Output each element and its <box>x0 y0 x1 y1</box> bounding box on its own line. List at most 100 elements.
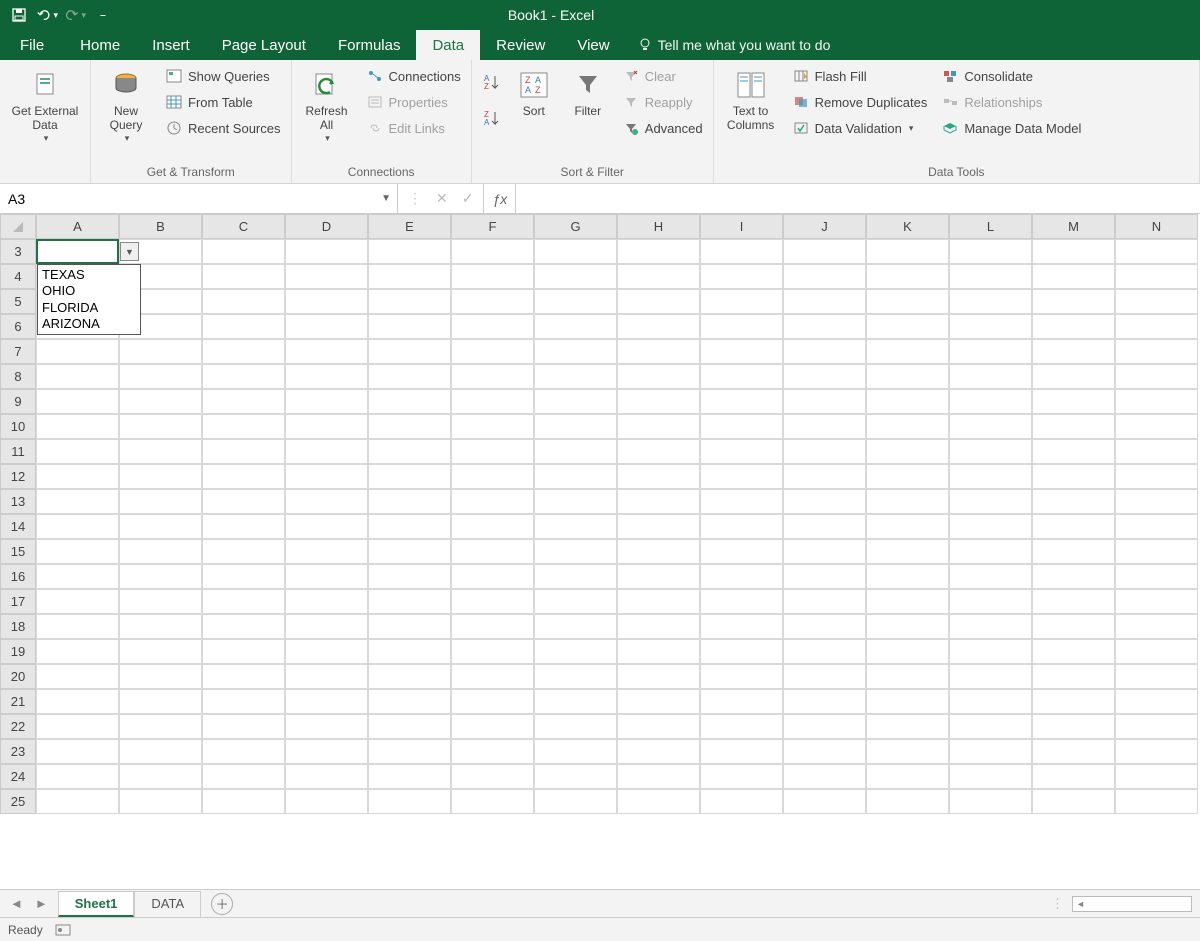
column-header[interactable]: H <box>617 214 700 239</box>
cell[interactable] <box>368 414 451 439</box>
cell[interactable] <box>368 364 451 389</box>
cell[interactable] <box>783 289 866 314</box>
cell[interactable] <box>1032 764 1115 789</box>
cell[interactable] <box>1032 789 1115 814</box>
sort-button[interactable]: ZAAZ Sort <box>510 64 558 118</box>
cell[interactable] <box>1032 589 1115 614</box>
row-header[interactable]: 12 <box>0 464 36 489</box>
cell[interactable] <box>783 239 866 264</box>
cell[interactable] <box>36 339 119 364</box>
cell[interactable] <box>949 539 1032 564</box>
cell[interactable] <box>119 389 202 414</box>
cell[interactable] <box>783 439 866 464</box>
cell[interactable] <box>368 539 451 564</box>
cell[interactable] <box>700 339 783 364</box>
cell[interactable] <box>451 764 534 789</box>
row-header[interactable]: 20 <box>0 664 36 689</box>
cell[interactable] <box>534 714 617 739</box>
cell[interactable] <box>949 464 1032 489</box>
cell[interactable] <box>700 364 783 389</box>
cell[interactable] <box>36 639 119 664</box>
name-box[interactable]: A3▼ <box>0 184 398 213</box>
redo-button[interactable]: ▾ <box>64 4 86 26</box>
cell[interactable] <box>783 364 866 389</box>
cell[interactable] <box>202 589 285 614</box>
cell[interactable] <box>1032 689 1115 714</box>
cell[interactable] <box>866 614 949 639</box>
cell[interactable] <box>451 364 534 389</box>
cell[interactable] <box>783 314 866 339</box>
column-header[interactable]: F <box>451 214 534 239</box>
cell[interactable] <box>36 514 119 539</box>
cell[interactable] <box>202 439 285 464</box>
cell[interactable] <box>451 689 534 714</box>
cell[interactable] <box>202 464 285 489</box>
dropdown-item[interactable]: TEXAS <box>42 267 136 283</box>
sheet-tab[interactable]: Sheet1 <box>58 891 135 917</box>
cell[interactable] <box>949 314 1032 339</box>
tab-page-layout[interactable]: Page Layout <box>206 30 322 60</box>
tab-file[interactable]: File <box>0 30 64 60</box>
cell[interactable] <box>285 414 368 439</box>
cell[interactable] <box>700 564 783 589</box>
cell[interactable] <box>534 764 617 789</box>
refresh-all-button[interactable]: Refresh All▾ <box>298 64 356 144</box>
cell[interactable] <box>1032 339 1115 364</box>
row-header[interactable]: 14 <box>0 514 36 539</box>
cell[interactable] <box>119 664 202 689</box>
cell[interactable] <box>1032 489 1115 514</box>
sheet-tab[interactable]: DATA <box>134 891 201 917</box>
cell[interactable] <box>368 264 451 289</box>
cell[interactable] <box>368 489 451 514</box>
cell[interactable] <box>285 539 368 564</box>
add-sheet-button[interactable]: ＋ <box>211 893 233 915</box>
cell[interactable] <box>866 439 949 464</box>
cell[interactable] <box>866 639 949 664</box>
cell[interactable] <box>534 564 617 589</box>
cell[interactable] <box>285 464 368 489</box>
cell[interactable] <box>285 489 368 514</box>
cell[interactable] <box>285 714 368 739</box>
cell[interactable] <box>1115 414 1198 439</box>
cell[interactable] <box>949 514 1032 539</box>
cell[interactable] <box>36 539 119 564</box>
cell[interactable] <box>866 664 949 689</box>
cell[interactable] <box>1115 614 1198 639</box>
cell[interactable] <box>119 589 202 614</box>
cell[interactable] <box>700 714 783 739</box>
cell[interactable] <box>1032 264 1115 289</box>
row-header[interactable]: 24 <box>0 764 36 789</box>
column-header[interactable]: L <box>949 214 1032 239</box>
cell[interactable] <box>949 664 1032 689</box>
cell[interactable] <box>368 789 451 814</box>
cell[interactable] <box>285 339 368 364</box>
cell[interactable] <box>451 789 534 814</box>
clear-button[interactable]: Clear <box>618 64 707 88</box>
cell[interactable] <box>285 439 368 464</box>
cell[interactable] <box>368 714 451 739</box>
cell[interactable] <box>783 614 866 639</box>
cell[interactable] <box>451 739 534 764</box>
row-header[interactable]: 23 <box>0 739 36 764</box>
cell[interactable] <box>451 264 534 289</box>
cell[interactable] <box>119 539 202 564</box>
cell[interactable] <box>285 264 368 289</box>
column-header[interactable]: J <box>783 214 866 239</box>
cell[interactable] <box>202 414 285 439</box>
column-header[interactable]: K <box>866 214 949 239</box>
dropdown-item[interactable]: OHIO <box>42 283 136 299</box>
cell[interactable] <box>1032 739 1115 764</box>
cell[interactable] <box>119 764 202 789</box>
cell[interactable] <box>949 764 1032 789</box>
row-header[interactable]: 21 <box>0 689 36 714</box>
cell[interactable] <box>534 589 617 614</box>
cell[interactable] <box>1032 564 1115 589</box>
cell[interactable] <box>617 464 700 489</box>
cell[interactable] <box>368 589 451 614</box>
properties-button[interactable]: Properties <box>362 90 465 114</box>
cell[interactable] <box>700 389 783 414</box>
cell[interactable] <box>617 439 700 464</box>
dropdown-item[interactable]: ARIZONA <box>42 316 136 332</box>
cancel-formula-button[interactable]: ✕ <box>436 190 448 207</box>
cell[interactable] <box>700 439 783 464</box>
